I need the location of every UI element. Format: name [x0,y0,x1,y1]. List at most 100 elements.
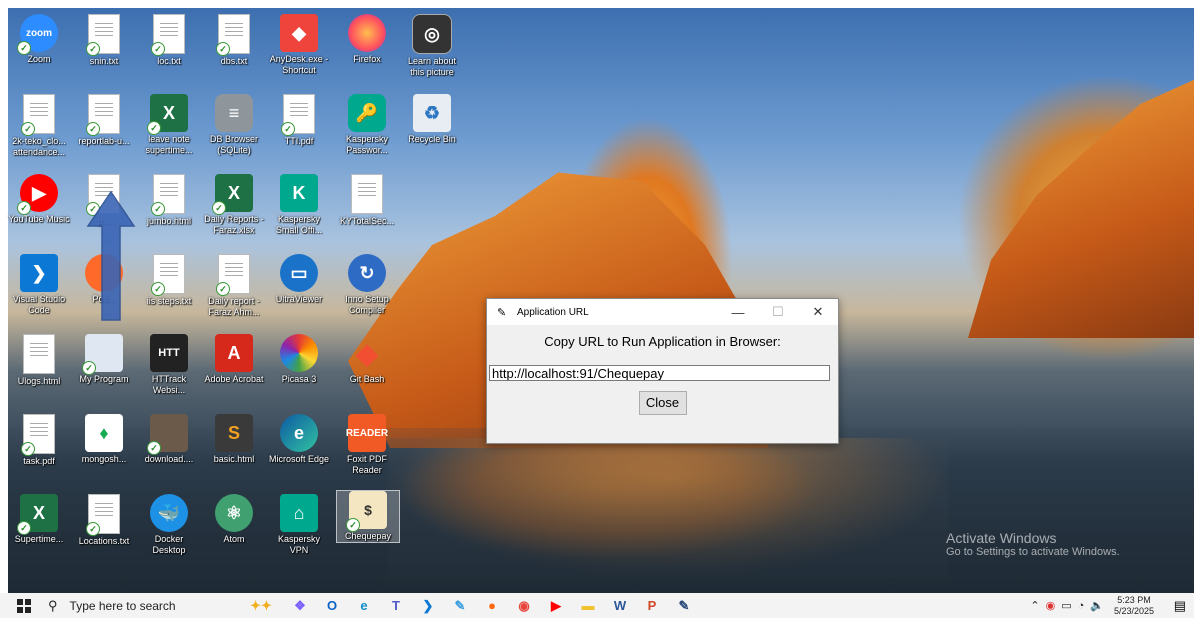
desktop-icon-ultraviewer[interactable]: ▭ UltraViewer [268,254,330,305]
firefox-taskbar-icon[interactable]: ● [477,595,507,617]
cheque-icon: $ ✓ [346,491,387,532]
desktop-icon-foxit[interactable]: READER Foxit PDF Reader [336,414,398,476]
desktop-icon-microsoft-edge[interactable]: e Microsoft Edge [268,414,330,465]
desktop-icon-inno-setup[interactable]: ↻ Inno Setup Compiler [336,254,398,316]
desktop-icon-iis-steps[interactable]: ✓ iis steps.txt [138,254,200,307]
recycle-bin-icon: ♻ [413,94,451,132]
system-tray: ⌃ ◉ ▭ ◔ 🔈 5:23 PM 5/23/2025 [1024,595,1154,617]
icon-label: Picasa 3 [281,374,317,384]
desktop-icon-basic-html[interactable]: S basic.html [203,414,265,465]
start-button[interactable] [12,594,36,618]
desktop-icon-kaspersky-small-office[interactable]: K Kaspersky Small Offi... [268,174,330,236]
desktop-icon-git-bash[interactable]: ◆ Git Bash [336,334,398,385]
desktop-icon-vscode[interactable]: ❯ Visual Studio Code [8,254,70,316]
desktop-icon-chequepay[interactable]: $ ✓ Chequepay [336,490,400,543]
desktop-icon-httrack[interactable]: HTT HTTrack Websi... [138,334,200,396]
paint-icon[interactable]: ✎ [445,595,475,617]
python-feather-icon[interactable]: ✎ [669,595,699,617]
foxit-reader-icon: READER [346,414,388,452]
desktop-icon-youtube-music[interactable]: ▶ ✓ YouTube Music [8,174,70,225]
git-bash-icon: ◆ [356,337,378,369]
desktop-icon-kaspersky-vpn[interactable]: ⌂ Kaspersky VPN [268,494,330,556]
desktop-icon-anydesk[interactable]: ◆ AnyDesk.exe - Shortcut [268,14,330,76]
desktop-icon-my-program[interactable]: ✓ My Program [73,334,135,385]
wallpaper-cliff [968,78,1194,338]
watermark-line-1: Activate Windows [946,530,1057,546]
desktop-icon-recycle-bin[interactable]: ♻ Recycle Bin [401,94,463,145]
word-icon[interactable]: W [605,595,635,617]
desktop-icon-zoom[interactable]: zoom ✓ Zoom [8,14,70,65]
desktop-icon-loc[interactable]: ✓ loc.txt [138,14,200,67]
desktop-icon-daily-report[interactable]: ✓ Daily report - Faraz Ahm... [203,254,265,318]
edge-taskbar-icon[interactable]: e [349,595,379,617]
icon-label: Zoom [27,54,51,64]
desktop-icon-mongosh[interactable]: ♦ mongosh... [73,414,135,465]
maximize-button[interactable]: ☐ [758,304,798,320]
image-file-icon: ✓ [147,414,188,455]
anydesk-icon: ◆ [280,14,318,52]
clock[interactable]: 5:23 PM 5/23/2025 [1114,595,1154,617]
desktop-icon-db-browser[interactable]: ≡ DB Browser (SQLite) [203,94,265,156]
desktop-icon-docker[interactable]: 🐳 Docker Desktop [138,494,200,556]
desktop-icon-picasa[interactable]: Picasa 3 [268,334,330,385]
desktop-icon-download[interactable]: ✓ download.... [138,414,200,465]
chrome-taskbar-icon[interactable]: ◉ [509,595,539,617]
dialog-titlebar[interactable]: ✎ Application URL — ☐ ✕ [487,299,838,325]
file-explorer-icon[interactable]: ▬ [573,595,603,617]
application-url-dialog: ✎ Application URL — ☐ ✕ Copy URL to Run … [486,298,839,444]
teams-meet-icon[interactable]: ❖ [285,595,315,617]
url-field[interactable] [489,365,830,381]
desktop-icon-kaspersky-password[interactable]: 🔑 Kaspersky Passwor... [336,94,398,156]
wifi-icon[interactable]: ◔ [1078,600,1085,612]
icon-label: AnyDesk.exe - Shortcut [269,54,329,75]
taskbar-search[interactable]: ⚲ Type here to search [48,598,238,614]
desktop-icon-attendance[interactable]: ✓ 2k-teko_clo... attendance... [8,94,70,158]
chevron-up-icon[interactable]: ⌃ [1030,599,1039,612]
desktop-icon-firefox[interactable]: Firefox [336,14,398,65]
desktop-icon-kytotalsec[interactable]: KYTotalSec... [336,174,398,227]
desktop-icon-snin[interactable]: ✓ snin.txt [73,14,135,67]
desktop-icon-task-pdf[interactable]: ✓ task.pdf [8,414,70,467]
desktop-icon-supertime[interactable]: X ✓ Supertime... [8,494,70,545]
close-window-button[interactable]: ✕ [798,304,838,320]
desktop-icon-jumbo[interactable]: ✓ jumbo.html [138,174,200,227]
minimize-button[interactable]: — [718,305,758,320]
kaspersky-password-icon: 🔑 [348,94,386,132]
document-icon [351,174,383,214]
icon-label: task.pdf [23,456,55,466]
desktop-icon-learn-about-picture[interactable]: ◎ Learn about this picture [401,14,463,78]
desktop-icon-adobe-acrobat[interactable]: A Adobe Acrobat [203,334,265,385]
icon-label: Daily Reports - Faraz.xlsx [204,214,264,235]
battery-icon[interactable]: ▭ [1061,599,1071,612]
vscode-taskbar-icon[interactable]: ❯ [413,595,443,617]
desktop-icon-tti-pdf[interactable]: ✓ TTI.pdf [268,94,330,147]
powerpoint-icon[interactable]: P [637,595,667,617]
youtube-music-taskbar-icon[interactable]: ▶ [541,595,571,617]
desktop-icon-ulogs[interactable]: Ulogs.html [8,334,70,387]
copilot-sparkle-icon[interactable]: ✦✦ [239,595,283,617]
desktop-icon-leave-note[interactable]: X ✓ leave note supertime... [138,94,200,156]
text-file-icon: ✓ [151,254,185,296]
docker-whale-icon: 🐳 [150,494,188,532]
teams-icon[interactable]: T [381,595,411,617]
icon-label: DB Browser (SQLite) [209,134,258,155]
close-button[interactable]: Close [638,390,687,415]
desktop-icon-atom[interactable]: ⚛ Atom [203,494,265,545]
volume-icon[interactable]: 🔈 [1090,599,1104,612]
icon-label: mongosh... [81,454,127,464]
icon-label: My Program [79,374,129,384]
outlook-icon[interactable]: O [317,595,347,617]
desktop-icon-reportlab[interactable]: ✓ reportlab-u... [73,94,135,147]
icon-label: loc.txt [157,56,181,66]
notification-center-icon[interactable]: ▤ [1174,598,1186,614]
desktop-icon-dbs[interactable]: ✓ dbs.txt [203,14,265,67]
desktop-icon-locations[interactable]: ✓ Locations.txt [73,494,135,547]
icon-label: reportlab-u... [78,136,130,146]
icon-label: 2k-teko_clo... attendance... [12,136,66,157]
desktop-icon-daily-reports[interactable]: X ✓ Daily Reports - Faraz.xlsx [203,174,265,236]
icon-label: Locations.txt [78,536,130,546]
ultraviewer-icon: ▭ [280,254,318,292]
vscode-icon: ❯ [20,254,58,292]
network-status-icon[interactable]: ◉ [1046,599,1056,612]
icon-label: Git Bash [349,374,385,384]
